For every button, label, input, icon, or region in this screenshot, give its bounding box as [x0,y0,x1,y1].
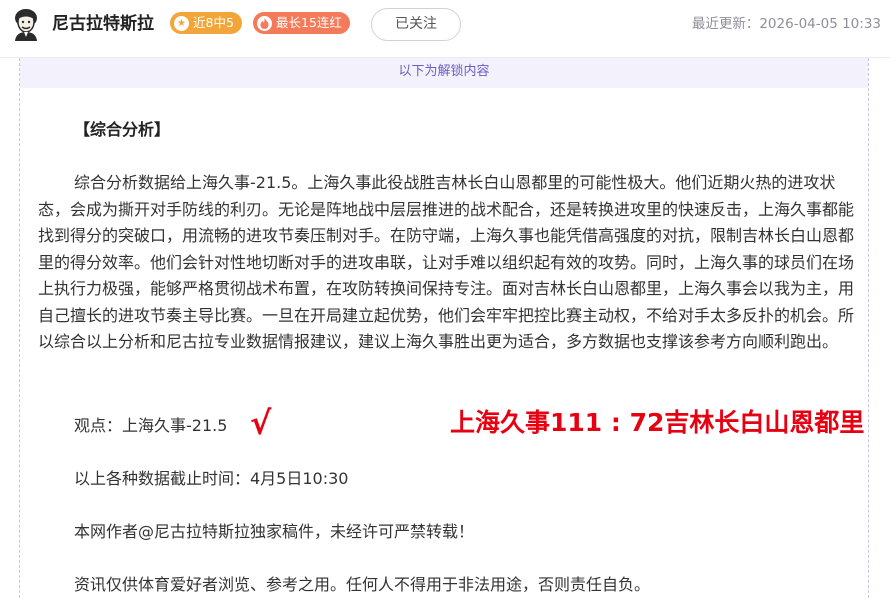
section-title: 【综合分析】 [74,120,171,139]
cutoff-time: 以上各种数据截止时间：4月5日10:30 [74,469,349,488]
follow-button[interactable]: 已关注 [371,8,461,41]
unlock-notice: 以下为解锁内容 [20,58,868,88]
analysis-paragraph: 综合分析数据给上海久事-21.5。上海久事此役战胜吉林长白山恩都里的可能性极大。… [38,173,855,351]
disclaimer: 资讯仅供体育爱好者浏览、参考之用。任何人不得用于非法用途，否则责任自负。 [74,575,651,594]
check-icon: √ [250,404,272,442]
record-badge-label: 近8中5 [193,15,234,30]
streak-badge: 最长15连红 [253,12,350,34]
author-header: 尼古拉特斯拉 ★ 近8中5 最长15连红 已关注 最近更新：2026-04-05… [0,0,890,58]
star-icon: ★ [174,15,189,31]
streak-badge-label: 最长15连红 [276,15,342,30]
copyright-notice: 本网作者@尼古拉特斯拉独家稿件，未经许可严禁转载！ [74,522,475,541]
update-time: 最近更新：2026-04-05 10:33 [691,16,881,32]
avatar[interactable] [11,7,41,41]
verdict-text: 观点：上海久事-21.5 [74,416,228,435]
final-score: 上海久事111 : 72吉林长白山恩都里 [450,408,865,437]
flame-icon [257,15,272,31]
record-badge: ★ 近8中5 [170,12,242,34]
author-name[interactable]: 尼古拉特斯拉 [52,13,154,35]
